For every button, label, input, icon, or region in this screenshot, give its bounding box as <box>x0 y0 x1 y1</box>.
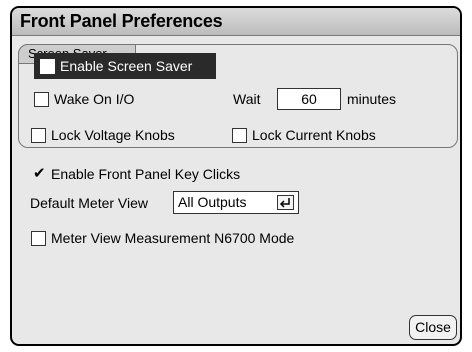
default-meter-view-select[interactable]: All Outputs <box>173 191 299 214</box>
wait-label: Wait <box>233 91 261 107</box>
wait-unit-label: minutes <box>347 91 397 107</box>
n6700-mode-checkbox[interactable]: Meter View Measurement N6700 Mode <box>31 228 294 248</box>
lock-voltage-knobs-box[interactable] <box>31 127 46 143</box>
dialog-title: Front Panel Preferences <box>20 11 223 31</box>
enable-key-clicks-checkbox[interactable]: ✔ Enable Front Panel Key Clicks <box>31 164 240 184</box>
enable-screen-saver-label: Enable Screen Saver <box>60 58 193 74</box>
lock-current-knobs-checkbox[interactable]: Lock Current Knobs <box>232 125 376 145</box>
default-meter-view-label: Default Meter View <box>30 195 149 211</box>
n6700-mode-box[interactable] <box>31 230 46 246</box>
check-mark-icon: ✔ <box>33 164 46 182</box>
front-panel-preferences-dialog: Front Panel Preferences Screen Saver Ena… <box>10 6 462 346</box>
wake-on-io-label: Wake On I/O <box>54 91 135 107</box>
enable-key-clicks-label: Enable Front Panel Key Clicks <box>51 166 241 182</box>
title-bar: Front Panel Preferences <box>12 8 460 36</box>
close-button[interactable]: Close <box>409 315 457 340</box>
enable-key-clicks-box[interactable]: ✔ <box>31 164 46 182</box>
default-meter-view-value: All Outputs <box>178 194 247 210</box>
enable-screen-saver-box[interactable] <box>40 58 55 74</box>
lock-voltage-knobs-label: Lock Voltage Knobs <box>51 127 175 143</box>
lock-voltage-knobs-checkbox[interactable]: Lock Voltage Knobs <box>31 125 175 145</box>
lock-current-knobs-label: Lock Current Knobs <box>252 127 376 143</box>
enter-arrow-svg <box>279 198 290 208</box>
wake-on-io-box[interactable] <box>34 91 49 107</box>
n6700-mode-label: Meter View Measurement N6700 Mode <box>51 230 295 246</box>
wake-on-io-checkbox[interactable]: Wake On I/O <box>34 89 134 109</box>
lock-current-knobs-box[interactable] <box>232 127 247 143</box>
enable-screen-saver-checkbox[interactable]: Enable Screen Saver <box>34 53 216 79</box>
wait-minutes-input[interactable]: 60 <box>277 88 341 110</box>
enter-icon[interactable] <box>277 195 294 210</box>
